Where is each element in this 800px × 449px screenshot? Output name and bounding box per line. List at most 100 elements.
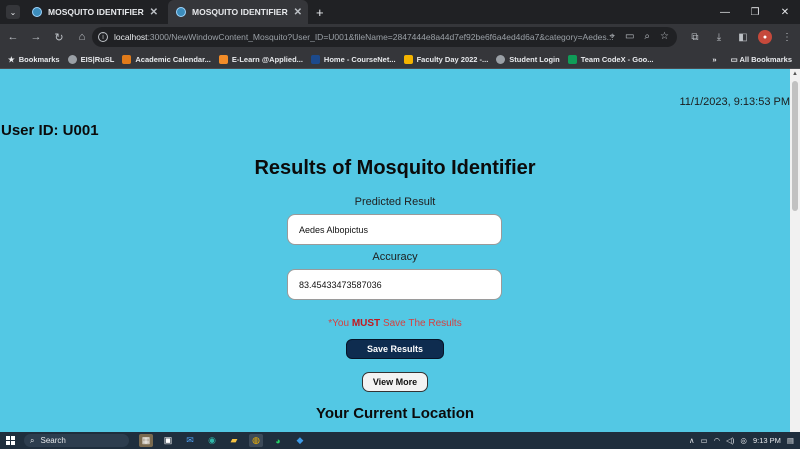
site-info-icon[interactable]: i [98,32,108,42]
drive-favicon-icon [403,54,413,64]
system-tray: ∧ ▭ ◠ ◁) ◎ 9:13 PM ▤ [689,432,794,449]
widgets-icon[interactable]: ▦ [139,434,153,447]
battery-icon[interactable]: ▭ [701,436,708,445]
bookmark-label: E-Learn @Applied... [231,54,303,64]
tray-overflow-icon[interactable]: ∧ [689,436,695,445]
bookmark-faculty-day[interactable]: Faculty Day 2022 -... [403,54,489,64]
whatsapp-icon[interactable]: ◕ [271,434,285,447]
wifi-icon[interactable]: ◠ [714,436,721,445]
bookmark-label: Faculty Day 2022 -... [416,54,489,64]
new-tab-icon[interactable]: + [316,5,324,20]
react-favicon-icon [176,7,186,17]
windows-taskbar: ⌕ Search ▦ ▣ ✉ ◉ ▰ ◍ ◕ ◆ ∧ ▭ ◠ ◁) ◎ 9:13 … [0,432,800,449]
star-icon: ★ [8,54,15,64]
bookmarks-bar: ★ Bookmarks EIS|RuSL Academic Calendar...… [0,50,800,68]
react-favicon-icon [32,7,42,17]
tab-mosquito-identifier-1[interactable]: MOSQUITO IDENTIFIER ✕ [24,0,164,24]
side-panel-icon[interactable]: ◧ [734,27,752,47]
bookmark-label: Bookmarks [18,54,60,64]
tab-strip: ⌄ MOSQUITO IDENTIFIER ✕ MOSQUITO IDENTIF… [0,0,800,24]
bookmark-team-codex[interactable]: Team CodeX - Goo... [567,54,654,64]
all-bookmarks-label: All Bookmarks [739,54,792,64]
download-icon[interactable]: ⤓ [710,27,728,47]
file-explorer-icon[interactable]: ▰ [227,434,241,447]
view-more-button[interactable]: View More [362,372,428,392]
omnibox-actions: ⌖ ▭ ⌕ ☆ [609,31,669,42]
zoom-icon[interactable]: ⌕ [644,31,650,42]
predicted-result-field[interactable]: Aedes Albopictus [287,214,502,245]
save-results-button[interactable]: Save Results [346,339,444,359]
menu-kebab-icon[interactable]: ⋮ [778,27,796,47]
tab-mosquito-identifier-2[interactable]: MOSQUITO IDENTIFIER ✕ [168,0,308,24]
restore-icon[interactable]: ❐ [740,0,770,24]
bookmarks-right: » ▭ All Bookmarks [712,50,792,68]
task-view-icon[interactable]: ▣ [161,434,175,447]
back-icon[interactable]: ← [3,27,23,47]
bookmark-label: Academic Calendar... [135,54,211,64]
calendar-favicon-icon [122,54,132,64]
profile-avatar-icon[interactable]: ● [758,30,772,44]
predicted-result-label: Predicted Result [354,196,436,208]
all-bookmarks[interactable]: ▭ All Bookmarks [731,55,792,64]
accuracy-field[interactable]: 83.45433473587036 [287,269,502,300]
cast-icon[interactable]: ▭ [625,31,634,42]
home-icon[interactable]: ⌂ [72,27,92,47]
bookmark-bookmarks[interactable]: ★ Bookmarks [8,55,60,64]
current-location-heading: Your Current Location [315,405,475,422]
bookmark-label: Student Login [509,54,560,64]
notifications-icon[interactable]: ▤ [787,436,794,445]
tab-title: MOSQUITO IDENTIFIER [192,7,288,17]
bookmark-student-login[interactable]: Student Login [496,54,560,64]
tab-close-icon[interactable]: ✕ [294,7,302,18]
bookmark-star-icon[interactable]: ☆ [660,31,669,42]
volume-icon[interactable]: ◁) [726,436,734,445]
user-id-heading: User ID: U001 [1,122,99,139]
edge-icon[interactable]: ◉ [205,434,219,447]
page-scrollbar[interactable]: ▲ [790,69,800,432]
scroll-up-icon[interactable]: ▲ [792,71,798,77]
bookmark-label: Team CodeX - Goo... [580,54,654,64]
scrollbar-thumb[interactable] [792,81,798,211]
search-icon: ⌕ [30,435,35,445]
page-content: 11/1/2023, 9:13:53 PM User ID: U001 Resu… [0,69,790,432]
save-warning: *You MUST Save The Results [0,318,790,329]
bookmark-eis-rusl[interactable]: EIS|RuSL [67,54,114,64]
tab-search-icon[interactable]: ⌄ [6,5,20,19]
bookmarks-overflow-icon[interactable]: » [712,55,716,64]
language-icon[interactable]: ◎ [740,436,747,445]
browser-toolbar: ← → ↻ ⌂ i localhost:3000/NewWindowConten… [0,24,800,50]
location-pin-icon[interactable]: ⌖ [609,31,615,42]
forward-icon[interactable]: → [26,27,46,47]
close-window-icon[interactable]: ✕ [770,0,800,24]
taskbar-apps: ▦ ▣ ✉ ◉ ▰ ◍ ◕ ◆ [139,434,307,447]
tab-close-icon[interactable]: ✕ [150,7,158,18]
address-bar[interactable]: i localhost:3000/NewWindowContent_Mosqui… [92,27,677,47]
coursenet-favicon-icon [310,54,320,64]
page-title: Results of Mosquito Identifier [254,157,536,179]
accuracy-label: Accuracy [372,251,418,263]
taskbar-clock[interactable]: 9:13 PM [753,436,781,445]
vscode-icon[interactable]: ◆ [293,434,307,447]
mail-icon[interactable]: ✉ [183,434,197,447]
bookmark-coursenet[interactable]: Home - CourseNet... [310,54,396,64]
window-controls: — ❐ ✕ [710,0,800,24]
sheets-favicon-icon [567,54,577,64]
warning-prefix: *You [328,318,352,329]
moodle-favicon-icon [218,54,228,64]
bookmark-label: Home - CourseNet... [323,54,396,64]
windows-start-icon[interactable] [2,432,18,449]
bookmark-e-learn[interactable]: E-Learn @Applied... [218,54,303,64]
tab-title: MOSQUITO IDENTIFIER [48,7,144,17]
globe-icon [496,54,506,64]
globe-icon [67,54,77,64]
warning-emphasis: MUST [351,318,381,329]
extensions-icon[interactable]: ⧉ [686,27,704,47]
toolbar-right: ⧉ ⤓ ◧ ● ⋮ [686,27,796,47]
warning-suffix: Save The Results [380,318,462,329]
minimize-icon[interactable]: — [710,0,740,24]
reload-icon[interactable]: ↻ [49,27,69,47]
taskbar-search[interactable]: ⌕ Search [24,434,129,447]
current-datetime: 11/1/2023, 9:13:53 PM [679,96,791,108]
bookmark-academic-calendar[interactable]: Academic Calendar... [122,54,211,64]
chrome-icon[interactable]: ◍ [249,434,263,447]
